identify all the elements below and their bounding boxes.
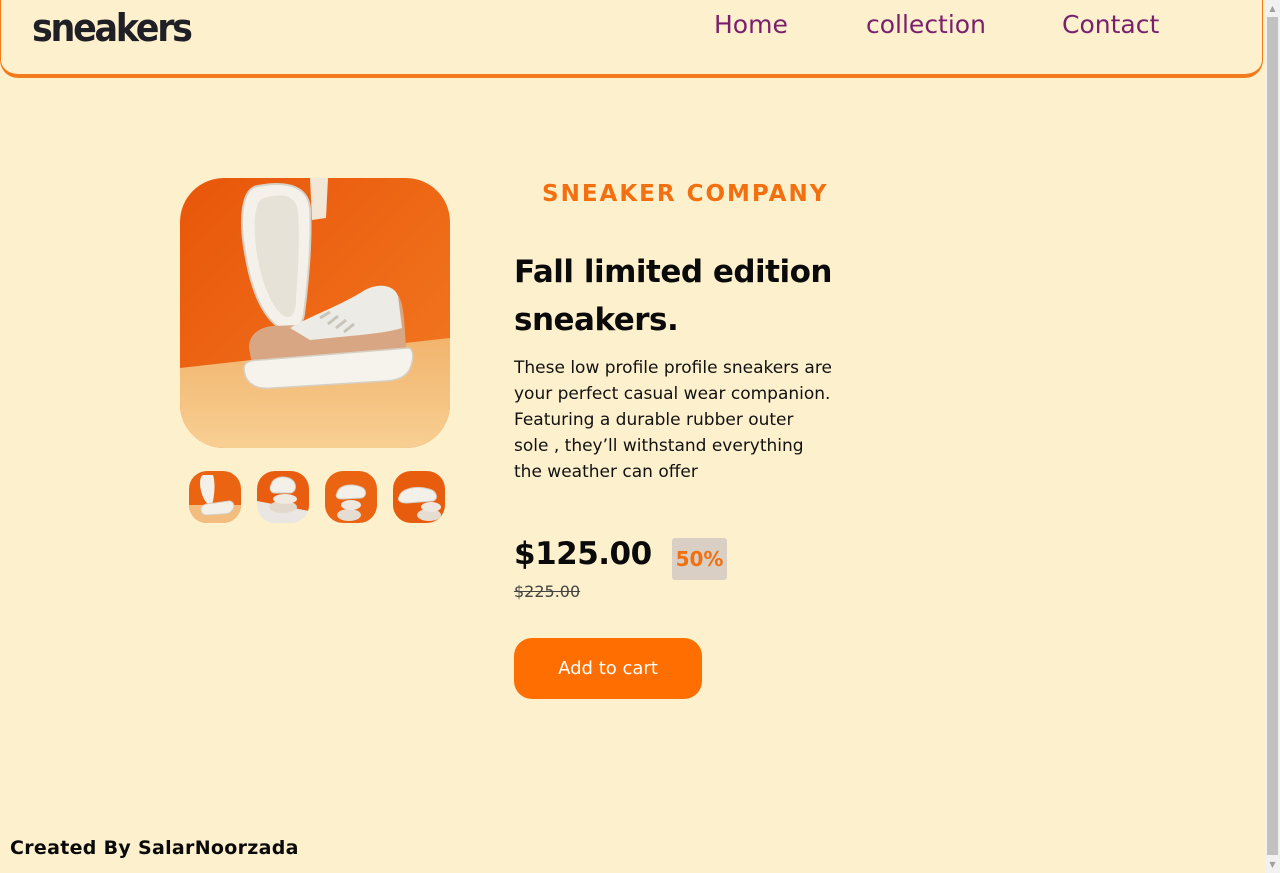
original-price: $225.00 — [514, 582, 581, 601]
company-name: SNEAKER COMPANY — [542, 181, 829, 207]
nav-link-home[interactable]: Home — [714, 10, 788, 39]
thumbnail-4[interactable] — [393, 471, 445, 523]
discount-badge: 50% — [672, 538, 727, 580]
footer-credit: Created By SalarNoorzada — [10, 837, 299, 859]
nav-link-collection[interactable]: collection — [866, 10, 986, 39]
scrollbar-thumb[interactable] — [1267, 17, 1278, 855]
product-main-image — [180, 178, 450, 448]
thumbnail-3[interactable] — [325, 471, 377, 523]
current-price: $125.00 — [514, 536, 652, 572]
site-header: sneakers Home collection Contact — [0, 0, 1263, 78]
scroll-down-arrow-icon[interactable]: ▼ — [1265, 856, 1280, 873]
product-description: These low profile profile sneakers are y… — [514, 358, 832, 482]
scroll-up-arrow-icon[interactable]: ▲ — [1265, 0, 1280, 17]
site-logo[interactable]: sneakers — [32, 6, 193, 50]
page: sneakers Home collection Contact SNEAKER… — [0, 0, 1265, 873]
thumbnail-2[interactable] — [257, 471, 309, 523]
vertical-scrollbar[interactable]: ▲ ▼ — [1265, 0, 1280, 873]
product-title: Fall limited edition sneakers. — [514, 254, 832, 338]
add-to-cart-button[interactable]: Add to cart — [514, 638, 702, 699]
thumbnail-1[interactable] — [189, 471, 241, 523]
nav-link-contact[interactable]: Contact — [1062, 10, 1159, 39]
